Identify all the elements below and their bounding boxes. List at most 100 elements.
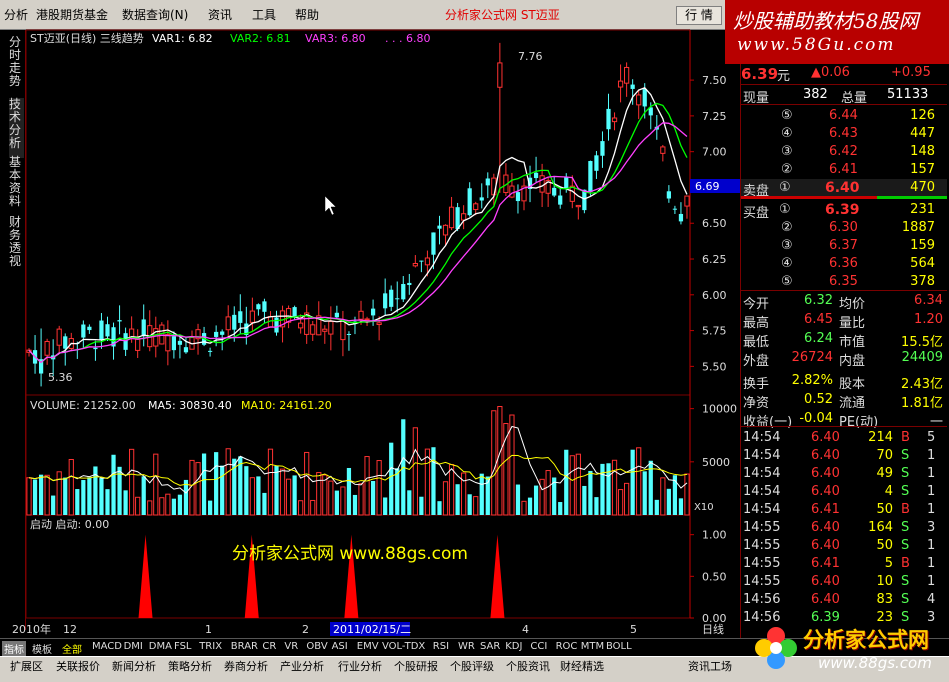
indicator-tab-wr[interactable]: WR bbox=[458, 641, 475, 652]
indicator-tab-rsi[interactable]: RSI bbox=[433, 641, 449, 652]
indicator-tab-roc[interactable]: ROC bbox=[556, 641, 578, 652]
bottom-tab-9[interactable]: 个股资讯 bbox=[506, 658, 550, 674]
candle-body bbox=[509, 185, 515, 198]
tick-time: 14:54 bbox=[743, 430, 781, 445]
volume-bar bbox=[81, 480, 86, 515]
bottom-tab-5[interactable]: 产业分析 bbox=[280, 658, 324, 674]
volume-bar bbox=[600, 463, 605, 515]
date-label-2010: 2010年 bbox=[12, 622, 51, 636]
buy-level-row: ⑤ 6.35 378 bbox=[741, 273, 947, 291]
quote-pct: +0.95 bbox=[891, 65, 931, 80]
tick-time: 14:55 bbox=[743, 574, 781, 589]
bottom-tab-4[interactable]: 券商分析 bbox=[224, 658, 268, 674]
level-no: ① bbox=[779, 202, 791, 217]
indicator-tab-trix[interactable]: TRIX bbox=[199, 641, 222, 652]
candle-body bbox=[105, 324, 110, 337]
indicator-tab-emv[interactable]: EMV bbox=[357, 641, 379, 652]
volume-bar bbox=[533, 485, 539, 515]
bottom-tab-1[interactable]: 关联报价 bbox=[56, 658, 100, 674]
volume-bar bbox=[642, 471, 647, 515]
tick-row: 14:55 6.40 10 S 1 bbox=[741, 573, 947, 591]
var4-label: . . . 6.80 bbox=[385, 32, 430, 45]
indicator-tab-模板[interactable]: 模板 bbox=[32, 641, 52, 656]
candle-body bbox=[165, 334, 171, 352]
bottom-tab-2[interactable]: 新闻分析 bbox=[112, 658, 156, 674]
indicator-tab-fsl[interactable]: FSL bbox=[174, 641, 192, 652]
indicator-tab-指标[interactable]: 指标 bbox=[2, 641, 26, 656]
volume-tick-label: 10000 bbox=[702, 403, 737, 416]
volume-bar bbox=[68, 458, 74, 516]
indicator-tab-obv[interactable]: OBV bbox=[306, 641, 327, 652]
volume-bar bbox=[279, 468, 286, 516]
tick-time: 14:55 bbox=[743, 520, 781, 535]
indicator-tab-全部[interactable]: 全部 bbox=[62, 641, 82, 656]
bottom-tab-3[interactable]: 策略分析 bbox=[168, 658, 212, 674]
volume-bar bbox=[26, 477, 32, 516]
candle-body bbox=[448, 206, 455, 229]
indicator-tab-mtm[interactable]: MTM bbox=[581, 641, 604, 652]
stat-value: 0.52 bbox=[804, 392, 833, 407]
volume-bar bbox=[527, 497, 533, 515]
tick-side: S bbox=[901, 592, 910, 607]
stat-value: 24409 bbox=[901, 350, 943, 365]
tick-price: 6.40 bbox=[811, 484, 840, 499]
volume-bar bbox=[256, 476, 261, 515]
indicator-tab-boll[interactable]: BOLL bbox=[606, 641, 632, 652]
candle-body bbox=[636, 94, 642, 106]
candle-body bbox=[582, 189, 587, 211]
level-vol: 447 bbox=[910, 126, 935, 141]
var3-line bbox=[28, 122, 688, 364]
indicator-tab-vol-tdx[interactable]: VOL-TDX bbox=[382, 641, 425, 652]
candle-body bbox=[575, 204, 581, 208]
volume-bar bbox=[298, 500, 304, 516]
stat-label: 均价 bbox=[839, 297, 866, 312]
bottom-tab-10[interactable]: 财经精选 bbox=[560, 658, 604, 674]
candle-body bbox=[431, 232, 436, 255]
volume-bar bbox=[588, 470, 593, 515]
indicator-tab-brar[interactable]: BRAR bbox=[231, 641, 258, 652]
bottom-tab-7[interactable]: 个股研报 bbox=[394, 658, 438, 674]
indicator-tick-label: 0.50 bbox=[702, 570, 727, 583]
indicator-tab-kdj[interactable]: KDJ bbox=[505, 641, 522, 652]
indicator-tab-vr[interactable]: VR bbox=[284, 641, 298, 652]
candle-body bbox=[485, 178, 490, 186]
stat-value: 6.32 bbox=[804, 293, 833, 308]
indicator-title: 启动 启动: 0.00 bbox=[30, 518, 109, 531]
indicator-tab-cci[interactable]: CCI bbox=[530, 641, 547, 652]
period-label[interactable]: 日线 bbox=[702, 622, 724, 636]
stat-label: 收益(一) bbox=[743, 415, 793, 430]
indicator-tab-asi[interactable]: ASI bbox=[332, 641, 348, 652]
stat-row: 最高 6.45 量比 1.20 bbox=[741, 311, 947, 331]
bottom-tab-6[interactable]: 行业分析 bbox=[338, 658, 382, 674]
candle-body bbox=[99, 320, 104, 341]
bottom-tab-8[interactable]: 个股评级 bbox=[450, 658, 494, 674]
volume-bar bbox=[225, 448, 231, 516]
bottom-tab-0[interactable]: 扩展区 bbox=[10, 658, 43, 674]
volume-title: VOLUME: 21252.00 bbox=[30, 399, 136, 412]
volume-bar bbox=[304, 451, 310, 516]
bottom-tab-11[interactable]: 资讯工场 bbox=[688, 658, 732, 674]
tick-row: 14:55 6.40 50 S 1 bbox=[741, 537, 947, 555]
level-price: 6.37 bbox=[829, 238, 858, 253]
tick-row: 14:54 6.40 70 S 1 bbox=[741, 447, 947, 465]
volume-bar bbox=[32, 479, 38, 515]
indicator-tab-macd[interactable]: MACD bbox=[92, 641, 122, 652]
indicator-tab-dmi[interactable]: DMI bbox=[124, 641, 143, 652]
tick-price: 6.40 bbox=[811, 448, 840, 463]
sell-level-row: ② 6.41 157 bbox=[741, 161, 947, 179]
quote-header: 6.39 元 ▲0.06 +0.95 bbox=[741, 64, 947, 84]
buy-level-row: 买盘 ① 6.39 231 bbox=[741, 201, 947, 221]
indicator-tab-dma[interactable]: DMA bbox=[149, 641, 172, 652]
level-price: 6.40 bbox=[825, 180, 860, 196]
var3-label: VAR3: 6.80 bbox=[305, 32, 366, 45]
level-no: ⑤ bbox=[781, 108, 793, 123]
candle-body bbox=[437, 225, 442, 229]
candle-body bbox=[298, 322, 304, 329]
candle-body bbox=[515, 192, 521, 202]
indicator-tab-cr[interactable]: CR bbox=[262, 641, 276, 652]
candle-body bbox=[328, 321, 334, 335]
tick-price: 6.41 bbox=[811, 502, 840, 517]
tick-count: 1 bbox=[927, 502, 936, 517]
indicator-tab-sar[interactable]: SAR bbox=[480, 641, 500, 652]
candle-body bbox=[611, 117, 618, 123]
